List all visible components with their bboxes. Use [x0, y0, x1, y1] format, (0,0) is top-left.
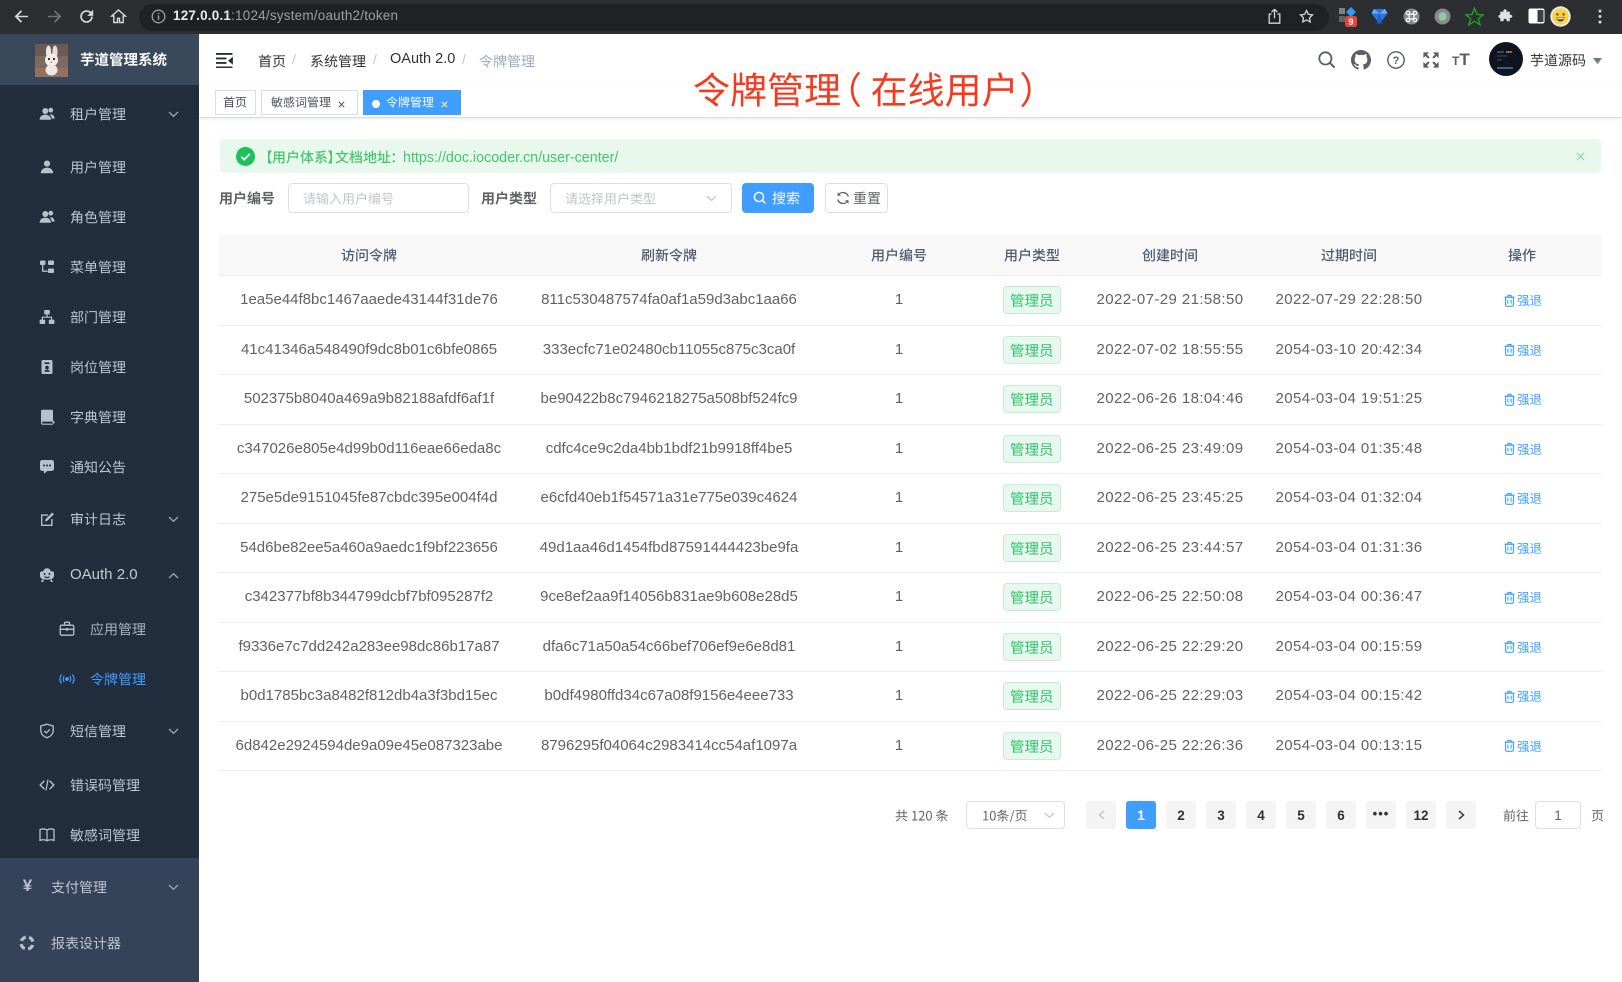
- svg-text:9: 9: [1348, 17, 1353, 27]
- svg-text:?: ?: [1393, 55, 1400, 67]
